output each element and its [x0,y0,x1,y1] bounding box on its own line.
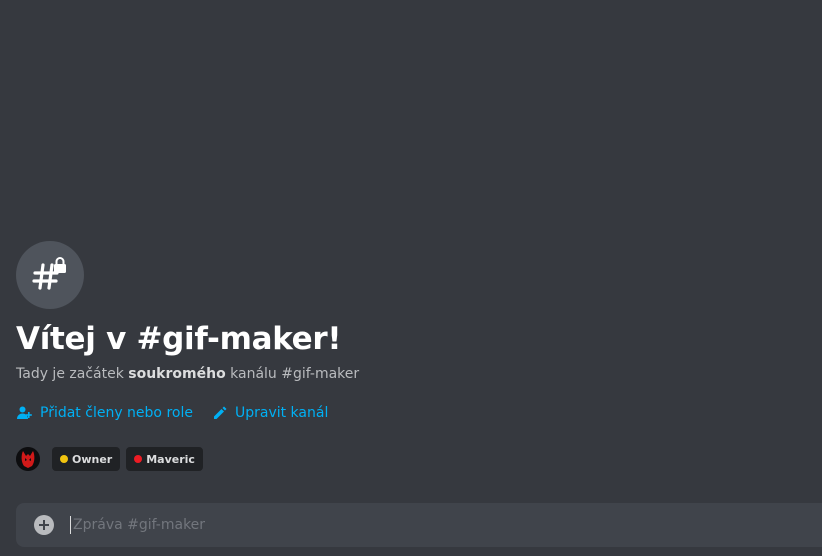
message-input[interactable] [70,516,822,534]
role-name: Maveric [146,452,195,466]
channel-welcome: Vítej v #gif-maker! Tady je začátek souk… [16,241,806,471]
welcome-description: Tady je začátek soukromého kanálu #gif-m… [16,365,806,383]
spider-mask-avatar-icon [16,447,40,471]
add-person-icon [17,406,32,419]
channel-roles: Owner Maveric [16,447,806,471]
plus-circle-icon [34,515,54,535]
welcome-desc-bold: soukromého [128,366,226,382]
add-members-label: Přidat členy nebo role [40,405,193,421]
welcome-title: Vítej v #gif-maker! [16,321,342,357]
pencil-icon [213,406,227,419]
welcome-desc-prefix: Tady je začátek [16,366,129,382]
role-pill-owner[interactable]: Owner [52,447,121,471]
edit-channel-label: Upravit kanál [234,405,329,421]
channel-main: Vítej v #gif-maker! Tady je začátek souk… [0,0,822,556]
role-name: Owner [72,452,113,466]
upload-plus-button[interactable] [32,513,56,537]
private-channel-icon [16,241,84,309]
avatar[interactable] [16,447,40,471]
message-composer [16,503,822,547]
role-pill-maveric[interactable]: Maveric [126,447,203,471]
welcome-actions: Přidat členy nebo role Upravit kanál [16,402,806,424]
role-color-dot [60,455,68,463]
welcome-desc-suffix: kanálu #gif-maker [225,366,360,382]
edit-channel-button[interactable]: Upravit kanál [213,405,328,421]
add-members-button[interactable]: Přidat členy nebo role [16,405,193,421]
role-color-dot [134,455,143,463]
